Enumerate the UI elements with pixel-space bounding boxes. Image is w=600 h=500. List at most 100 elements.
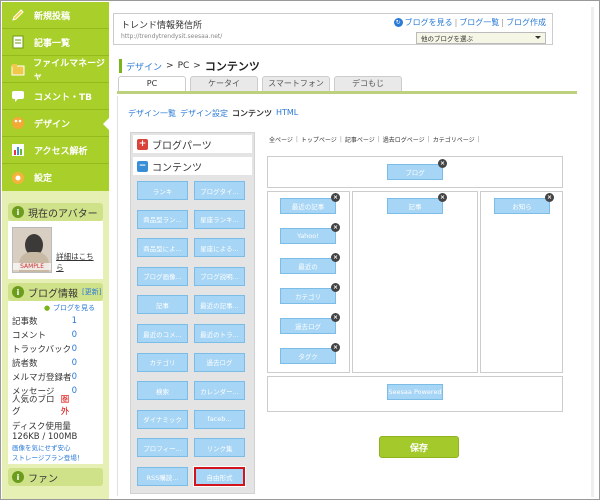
nav-settings[interactable]: 設定 [2, 164, 109, 191]
nav-label: デザイン [34, 119, 71, 130]
content-part-button[interactable]: 検索 [137, 381, 188, 401]
nav-file-manager[interactable]: ファイルマネージャ [2, 56, 109, 83]
content-part-button[interactable]: 自由形式 [193, 466, 246, 487]
content-part-button[interactable]: 最近のコメ... [137, 324, 188, 343]
create-blog-link[interactable]: ブログ作成 [506, 17, 546, 28]
header-links: ↻ ブログを見る | ブログ一覧 | ブログ作成 [393, 17, 546, 28]
layout-widget[interactable]: 過去ログ [280, 318, 336, 334]
content-part-button[interactable]: ランキ [137, 181, 188, 200]
close-icon[interactable]: × [331, 283, 340, 292]
layout-right-column [480, 191, 563, 373]
nav-design[interactable]: デザイン [2, 110, 109, 137]
tab-mobile[interactable]: ケータイ [190, 76, 258, 91]
breadcrumb-design[interactable]: デザイン [126, 60, 162, 73]
page-link-category[interactable]: カテゴリページ [433, 135, 475, 144]
close-icon[interactable]: × [331, 313, 340, 322]
layout-widget[interactable]: 最近の [280, 258, 336, 274]
view-blog-link[interactable]: ブログを見る [405, 17, 453, 28]
avatar[interactable]: SAMPLE [12, 227, 53, 273]
subnav-design-list[interactable]: デザイン一覧 [128, 108, 176, 119]
update-link[interactable]: [更新] [82, 287, 101, 297]
layout-widget[interactable]: 最近の記事 [280, 198, 336, 214]
close-icon[interactable]: × [545, 193, 554, 202]
avatar-details-link[interactable]: 詳細はこちら [56, 251, 99, 273]
content-part-button[interactable]: リンク集 [194, 438, 245, 458]
scrollbar[interactable] [591, 7, 594, 497]
fan-header: i ファン [8, 468, 103, 486]
layout-widget[interactable]: 記事 [387, 198, 443, 214]
blog-parts-section[interactable]: + ブログパーツ [133, 135, 252, 153]
close-icon[interactable]: × [331, 253, 340, 262]
nav-label: ファイルマネージャ [33, 59, 105, 82]
content-part-button[interactable]: カテゴリ [137, 352, 188, 372]
powered-by-widget[interactable]: Seesaa Powered [387, 384, 443, 400]
content-part-button[interactable]: カレンダー... [194, 381, 245, 401]
disk-usage-label: ディスク使用量 [12, 422, 71, 432]
view-blog-link[interactable]: ブログを見る [53, 304, 95, 312]
nav-label: 記事一覧 [34, 38, 71, 49]
storage-plan-link-2[interactable]: ストレージプラン登場！ [12, 452, 99, 462]
sub-nav: デザイン一覧 デザイン設定 コンテンツ HTML [128, 108, 298, 119]
close-icon[interactable]: × [438, 159, 447, 168]
content-part-button[interactable]: 記事 [137, 295, 188, 315]
content-part-button[interactable]: ダイナミック [137, 409, 188, 429]
close-icon[interactable]: × [331, 343, 340, 352]
content-part-button[interactable]: 商品型ラン... [137, 209, 188, 229]
stat-row: 読者数 0 [12, 356, 99, 370]
blog-info-header: i ブログ情報 [更新] [8, 283, 103, 301]
subnav-html[interactable]: HTML [276, 108, 298, 119]
content-part-button[interactable]: 最近の記事... [194, 295, 245, 315]
blog-list-link[interactable]: ブログ一覧 [459, 17, 499, 28]
page-link-all[interactable]: 全ページ [269, 135, 293, 144]
window-frame: 新規投稿 記事一覧 ファイルマネージャ コメント・TB デザイン アクセス解析 … [0, 0, 600, 500]
content-part-button[interactable]: 星座による... [194, 238, 245, 258]
storage-plan-link[interactable]: 画像を気にせず安心 [12, 442, 99, 452]
close-icon[interactable]: × [331, 193, 340, 202]
layout-widget[interactable]: お知ら [494, 198, 550, 214]
content-part-button[interactable]: 商品型によ... [137, 238, 188, 258]
stat-value[interactable]: 0 [72, 344, 77, 354]
page-link-archive[interactable]: 過去ログページ [383, 135, 425, 144]
content-part-button[interactable]: プロフィー... [137, 438, 188, 458]
fan-panel: i ファン [8, 468, 103, 486]
content-part-button[interactable]: 最近のトラ... [194, 324, 245, 343]
tab-smartphone[interactable]: スマートフォン [262, 76, 330, 91]
blog-select[interactable]: 他のブログを選ぶ [416, 32, 546, 44]
layout-widget[interactable]: ブログ [387, 164, 443, 180]
content-part-button[interactable]: ブログ画像... [137, 266, 188, 286]
fan-title: ファン [28, 473, 58, 485]
nav-new-post[interactable]: 新規投稿 [2, 2, 109, 29]
content-part-button[interactable]: 過去ログ [194, 352, 245, 372]
close-icon[interactable]: × [438, 193, 447, 202]
content-part-button[interactable]: 星座ランキ... [194, 209, 245, 229]
document-icon [10, 34, 26, 50]
layout-widget[interactable]: カテゴリ [280, 288, 336, 304]
save-button[interactable]: 保存 [379, 436, 459, 458]
content-part-button[interactable]: ブログ説明... [194, 266, 245, 286]
blog-stats: ● ブログを見る 記事数 1 コメント 0 トラックバック 0 読者数 0 メルマガ登録… [8, 301, 103, 464]
stat-value[interactable]: 圏外 [61, 393, 77, 417]
nav-post-list[interactable]: 記事一覧 [2, 29, 109, 56]
tab-decomoji[interactable]: デコもじ [334, 76, 402, 91]
page-link-article[interactable]: 記事ページ [345, 135, 375, 144]
subnav-design-settings[interactable]: デザイン設定 [180, 108, 228, 119]
stat-value[interactable]: 1 [72, 316, 77, 326]
blog-parts-label: ブログパーツ [152, 140, 212, 152]
stat-value[interactable]: 0 [72, 358, 77, 368]
tab-pc[interactable]: PC [118, 76, 186, 91]
nav-comment-tb[interactable]: コメント・TB [2, 83, 109, 110]
stat-value[interactable]: 0 [72, 330, 77, 340]
stat-value[interactable]: 0 [72, 372, 77, 382]
page-link-top[interactable]: トップページ [301, 135, 337, 144]
content-part-button[interactable]: RSS購読... [137, 467, 188, 486]
layout-widget[interactable]: タグク [280, 348, 336, 364]
content-part-button[interactable]: ブログタイ... [194, 181, 245, 200]
content-part-button[interactable]: faceb... [194, 409, 245, 429]
layout-editor: 全ページ | トップページ | 記事ページ | 過去ログページ | カテゴリページ | ブ… [267, 132, 571, 422]
nav-access-analysis[interactable]: アクセス解析 [2, 137, 109, 164]
layout-widget[interactable]: Yahoo! [280, 228, 336, 244]
stat-row: メルマガ登録者 0 [12, 370, 99, 384]
blog-select-value: 他のブログを選ぶ [421, 35, 473, 43]
close-icon[interactable]: × [331, 223, 340, 232]
contents-section[interactable]: − コンテンツ [133, 157, 252, 175]
